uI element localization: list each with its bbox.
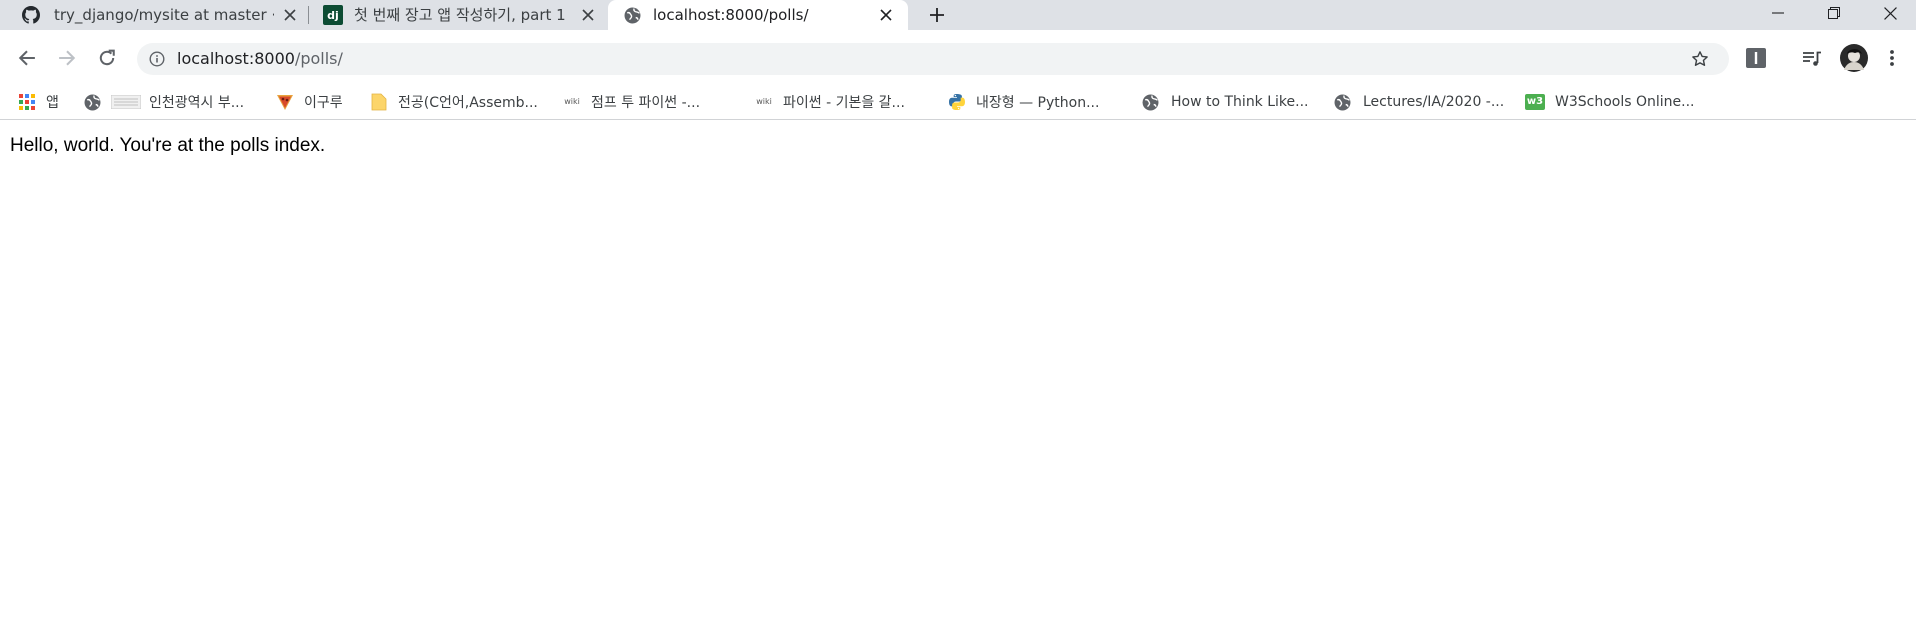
close-icon[interactable] bbox=[876, 5, 896, 25]
globe-icon bbox=[1333, 93, 1351, 111]
tab-strip: try_django/mysite at master · de dj 첫 번째… bbox=[0, 0, 1916, 30]
url-path: /polls/ bbox=[294, 49, 343, 68]
bookmark-w3schools[interactable]: w3 W3Schools Online... bbox=[1525, 91, 1694, 113]
wiki-icon-text: wiki bbox=[756, 97, 772, 106]
bookmark-how-to-think[interactable]: How to Think Like... bbox=[1141, 91, 1309, 113]
close-icon bbox=[1883, 6, 1897, 20]
minimize-icon bbox=[1772, 12, 1784, 14]
python-icon bbox=[948, 93, 966, 111]
wiki-icon: wiki bbox=[563, 93, 581, 111]
arrow-right-icon bbox=[59, 50, 76, 66]
url-host: localhost:8000 bbox=[177, 49, 295, 68]
django-icon: dj bbox=[323, 5, 343, 25]
bookmark-label: 이구루 bbox=[304, 95, 343, 111]
bookmark-label: 인천광역시 부... bbox=[149, 95, 245, 111]
tab-localhost-polls[interactable]: localhost:8000/polls/ bbox=[608, 0, 908, 30]
page-viewport: Hello, world. You're at the polls index. bbox=[0, 121, 1916, 634]
globe-icon bbox=[623, 6, 641, 24]
tab-divider bbox=[308, 6, 309, 24]
apps-grid-icon bbox=[18, 93, 36, 111]
bookmarks-bar: 앱 인천광역시 부... 이구루 전공(C언어,Assemb... wiki 점… bbox=[0, 84, 1916, 120]
bookmark-igooroo[interactable]: 이구루 bbox=[276, 91, 343, 113]
w3-icon-text: w3 bbox=[1526, 96, 1544, 107]
pizza-icon bbox=[276, 93, 294, 111]
bookmark-apps[interactable]: 앱 bbox=[18, 91, 59, 113]
bookmark-python-builtins[interactable]: 내장형 — Python... bbox=[948, 91, 1099, 113]
tab-title: try_django/mysite at master · de bbox=[54, 6, 274, 24]
bookmark-python-basics[interactable]: wiki 파이썬 - 기본을 갈... bbox=[755, 91, 905, 113]
bookmark-label: Lectures/IA/2020 -... bbox=[1363, 94, 1505, 110]
page-message: Hello, world. You're at the polls index. bbox=[10, 135, 326, 156]
media-control-button[interactable] bbox=[1798, 44, 1826, 72]
more-vert-icon bbox=[1890, 50, 1894, 66]
reload-button[interactable] bbox=[93, 44, 121, 72]
back-button[interactable] bbox=[13, 44, 41, 72]
tab-title: 첫 번째 장고 앱 작성하기, part 1 bbox=[354, 6, 566, 24]
plus-icon bbox=[930, 8, 944, 22]
bookmark-jump-to-python[interactable]: wiki 점프 투 파이썬 -... bbox=[563, 91, 700, 113]
bookmark-label: W3Schools Online... bbox=[1555, 94, 1695, 110]
globe-icon bbox=[1141, 93, 1159, 111]
playlist-music-icon bbox=[1803, 51, 1821, 66]
wiki-icon: wiki bbox=[755, 93, 773, 111]
url-text[interactable]: localhost:8000/polls/ bbox=[177, 49, 343, 69]
bookmark-incheon[interactable]: 인천광역시 부... bbox=[83, 91, 244, 113]
close-icon[interactable] bbox=[280, 5, 300, 25]
bookmark-lectures[interactable]: Lectures/IA/2020 -... bbox=[1333, 91, 1504, 113]
bookmark-major-folder[interactable]: 전공(C언어,Assemb... bbox=[370, 91, 538, 113]
site-logo-icon bbox=[111, 93, 141, 111]
arrow-left-icon bbox=[18, 50, 35, 66]
restore-button[interactable] bbox=[1806, 0, 1862, 26]
new-tab-button[interactable] bbox=[924, 2, 950, 28]
bookmark-label: How to Think Like... bbox=[1171, 94, 1309, 110]
folder-icon bbox=[370, 93, 388, 111]
restore-icon bbox=[1828, 7, 1840, 19]
close-icon[interactable] bbox=[578, 5, 598, 25]
django-icon-text: dj bbox=[327, 8, 339, 22]
menu-button[interactable] bbox=[1878, 44, 1906, 72]
tab-title: localhost:8000/polls/ bbox=[653, 6, 809, 24]
browser-toolbar: localhost:8000/polls/ bbox=[0, 30, 1916, 88]
bookmark-star-button[interactable] bbox=[1689, 48, 1711, 70]
forward-button[interactable] bbox=[53, 44, 81, 72]
profile-avatar-button[interactable] bbox=[1838, 42, 1870, 74]
bookmark-label: 파이썬 - 기본을 갈... bbox=[783, 95, 905, 111]
globe-icon bbox=[83, 93, 101, 111]
info-icon[interactable] bbox=[149, 51, 165, 67]
bookmark-label: 점프 투 파이썬 -... bbox=[591, 95, 701, 111]
reload-icon bbox=[99, 49, 115, 66]
wiki-icon-text: wiki bbox=[564, 97, 580, 106]
bookmark-label: 내장형 — Python... bbox=[976, 95, 1100, 111]
github-icon bbox=[22, 6, 40, 24]
extension-icon bbox=[1746, 48, 1766, 68]
tab-github[interactable]: try_django/mysite at master · de bbox=[0, 0, 306, 30]
address-bar[interactable]: localhost:8000/polls/ bbox=[137, 43, 1729, 75]
bookmark-label: 앱 bbox=[46, 95, 59, 111]
bookmark-label: 전공(C언어,Assemb... bbox=[398, 95, 538, 111]
close-window-button[interactable] bbox=[1862, 0, 1916, 26]
minimize-button[interactable] bbox=[1750, 0, 1806, 26]
tab-django-tutorial[interactable]: dj 첫 번째 장고 앱 작성하기, part 1 bbox=[310, 0, 606, 30]
w3schools-icon: w3 bbox=[1525, 94, 1545, 110]
avatar bbox=[1840, 44, 1868, 72]
star-icon bbox=[1692, 51, 1708, 67]
extension-button[interactable] bbox=[1742, 44, 1770, 72]
